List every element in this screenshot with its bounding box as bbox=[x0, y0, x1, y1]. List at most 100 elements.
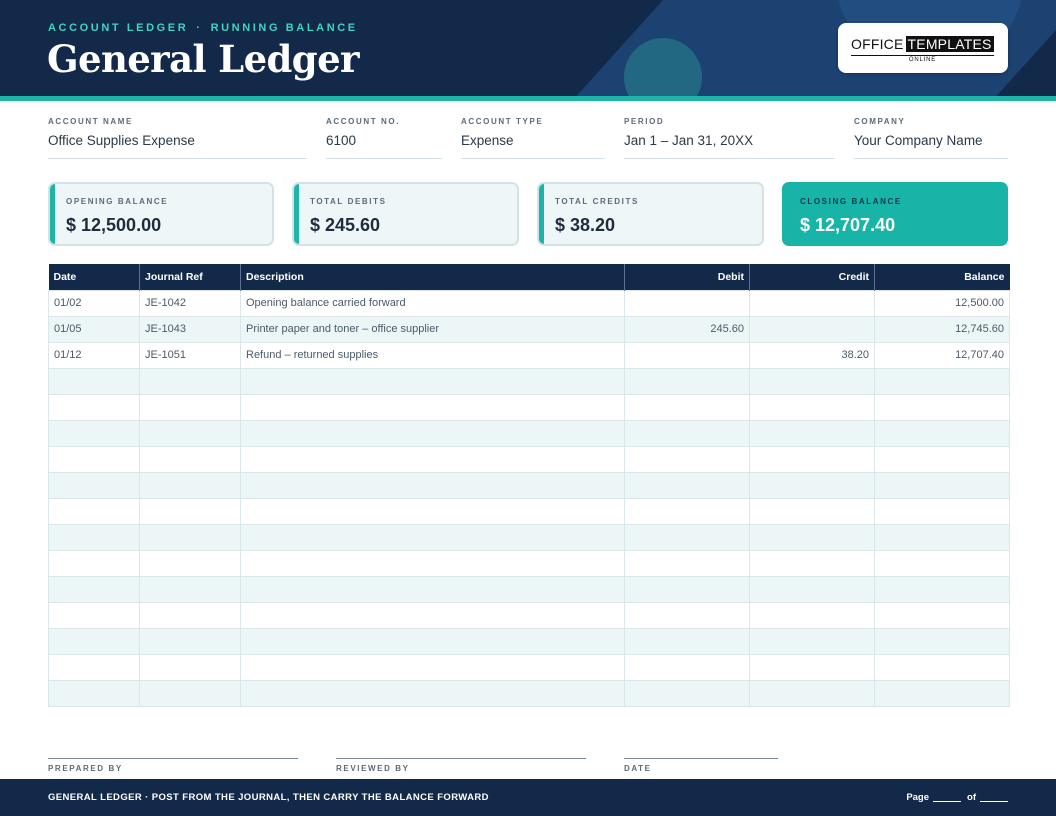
cell-debit[interactable] bbox=[624, 523, 750, 551]
cell-description[interactable] bbox=[240, 601, 625, 629]
cell-credit[interactable] bbox=[749, 627, 875, 655]
cell-debit[interactable] bbox=[624, 471, 750, 499]
cell-date[interactable] bbox=[48, 601, 140, 629]
cell-journal-ref[interactable] bbox=[139, 523, 241, 551]
cell-description[interactable] bbox=[240, 471, 625, 499]
cell-journal-ref[interactable] bbox=[139, 445, 241, 473]
cell-balance[interactable]: 12,707.40 bbox=[874, 341, 1010, 369]
cell-journal-ref[interactable] bbox=[139, 653, 241, 681]
cell-date[interactable]: 01/12 bbox=[48, 341, 140, 369]
cell-journal-ref[interactable] bbox=[139, 679, 241, 707]
company-field[interactable]: COMPANY Your Company Name bbox=[854, 117, 1008, 159]
cell-journal-ref[interactable]: JE-1043 bbox=[139, 315, 241, 343]
account-type-field[interactable]: ACCOUNT TYPE Expense bbox=[461, 117, 605, 159]
cell-description[interactable]: Opening balance carried forward bbox=[240, 289, 625, 317]
cell-date[interactable]: 01/02 bbox=[48, 289, 140, 317]
cell-balance[interactable]: 12,500.00 bbox=[874, 289, 1010, 317]
reviewed-by-line[interactable]: REVIEWED BY bbox=[336, 758, 586, 773]
cell-balance[interactable] bbox=[874, 393, 1010, 421]
cell-journal-ref[interactable] bbox=[139, 367, 241, 395]
cell-debit[interactable] bbox=[624, 601, 750, 629]
cell-date[interactable]: 01/05 bbox=[48, 315, 140, 343]
cell-description[interactable]: Printer paper and toner – office supplie… bbox=[240, 315, 625, 343]
cell-credit[interactable] bbox=[749, 315, 875, 343]
cell-debit[interactable] bbox=[624, 575, 750, 603]
cell-credit[interactable] bbox=[749, 523, 875, 551]
cell-description[interactable] bbox=[240, 445, 625, 473]
cell-balance[interactable] bbox=[874, 471, 1010, 499]
period-field[interactable]: PERIOD Jan 1 – Jan 31, 20XX bbox=[624, 117, 835, 159]
cell-debit[interactable] bbox=[624, 341, 750, 369]
cell-debit[interactable] bbox=[624, 289, 750, 317]
cell-debit[interactable] bbox=[624, 497, 750, 525]
cell-balance[interactable] bbox=[874, 627, 1010, 655]
page-number-blank[interactable] bbox=[933, 793, 962, 802]
cell-credit[interactable] bbox=[749, 419, 875, 447]
cell-date[interactable] bbox=[48, 367, 140, 395]
cell-date[interactable] bbox=[48, 575, 140, 603]
cell-credit[interactable] bbox=[749, 497, 875, 525]
cell-journal-ref[interactable] bbox=[139, 419, 241, 447]
cell-balance[interactable] bbox=[874, 575, 1010, 603]
cell-journal-ref[interactable]: JE-1051 bbox=[139, 341, 241, 369]
date-line[interactable]: DATE bbox=[624, 758, 778, 773]
cell-description[interactable] bbox=[240, 679, 625, 707]
account-number-field[interactable]: ACCOUNT NO. 6100 bbox=[326, 117, 442, 159]
account-name-field[interactable]: ACCOUNT NAME Office Supplies Expense bbox=[48, 117, 307, 159]
cell-description[interactable] bbox=[240, 393, 625, 421]
cell-balance[interactable] bbox=[874, 497, 1010, 525]
page-total-blank[interactable] bbox=[980, 793, 1008, 802]
cell-date[interactable] bbox=[48, 393, 140, 421]
cell-balance[interactable] bbox=[874, 653, 1010, 681]
cell-journal-ref[interactable] bbox=[139, 627, 241, 655]
cell-journal-ref[interactable] bbox=[139, 497, 241, 525]
cell-date[interactable] bbox=[48, 419, 140, 447]
cell-balance[interactable] bbox=[874, 523, 1010, 551]
cell-debit[interactable] bbox=[624, 679, 750, 707]
cell-credit[interactable] bbox=[749, 601, 875, 629]
cell-credit[interactable] bbox=[749, 653, 875, 681]
cell-balance[interactable] bbox=[874, 367, 1010, 395]
cell-credit[interactable] bbox=[749, 575, 875, 603]
cell-balance[interactable] bbox=[874, 549, 1010, 577]
cell-debit[interactable]: 245.60 bbox=[624, 315, 750, 343]
cell-balance[interactable] bbox=[874, 445, 1010, 473]
cell-date[interactable] bbox=[48, 471, 140, 499]
cell-description[interactable] bbox=[240, 549, 625, 577]
cell-debit[interactable] bbox=[624, 653, 750, 681]
cell-credit[interactable]: 38.20 bbox=[749, 341, 875, 369]
cell-description[interactable] bbox=[240, 627, 625, 655]
cell-description[interactable] bbox=[240, 367, 625, 395]
cell-description[interactable] bbox=[240, 419, 625, 447]
cell-date[interactable] bbox=[48, 627, 140, 655]
cell-credit[interactable] bbox=[749, 471, 875, 499]
cell-journal-ref[interactable] bbox=[139, 549, 241, 577]
cell-journal-ref[interactable] bbox=[139, 601, 241, 629]
cell-balance[interactable] bbox=[874, 679, 1010, 707]
cell-date[interactable] bbox=[48, 653, 140, 681]
cell-balance[interactable]: 12,745.60 bbox=[874, 315, 1010, 343]
cell-date[interactable] bbox=[48, 549, 140, 577]
cell-date[interactable] bbox=[48, 523, 140, 551]
cell-journal-ref[interactable] bbox=[139, 575, 241, 603]
cell-description[interactable] bbox=[240, 523, 625, 551]
cell-credit[interactable] bbox=[749, 367, 875, 395]
cell-credit[interactable] bbox=[749, 549, 875, 577]
cell-description[interactable] bbox=[240, 575, 625, 603]
cell-description[interactable]: Refund – returned supplies bbox=[240, 341, 625, 369]
cell-date[interactable] bbox=[48, 445, 140, 473]
cell-debit[interactable] bbox=[624, 445, 750, 473]
brand-logo[interactable]: OFFICE TEMPLATES ONLINE bbox=[838, 23, 1008, 73]
cell-debit[interactable] bbox=[624, 627, 750, 655]
cell-debit[interactable] bbox=[624, 367, 750, 395]
cell-journal-ref[interactable] bbox=[139, 393, 241, 421]
cell-debit[interactable] bbox=[624, 419, 750, 447]
cell-balance[interactable] bbox=[874, 601, 1010, 629]
cell-balance[interactable] bbox=[874, 419, 1010, 447]
cell-credit[interactable] bbox=[749, 393, 875, 421]
cell-date[interactable] bbox=[48, 497, 140, 525]
cell-credit[interactable] bbox=[749, 289, 875, 317]
cell-journal-ref[interactable]: JE-1042 bbox=[139, 289, 241, 317]
cell-description[interactable] bbox=[240, 653, 625, 681]
cell-credit[interactable] bbox=[749, 679, 875, 707]
